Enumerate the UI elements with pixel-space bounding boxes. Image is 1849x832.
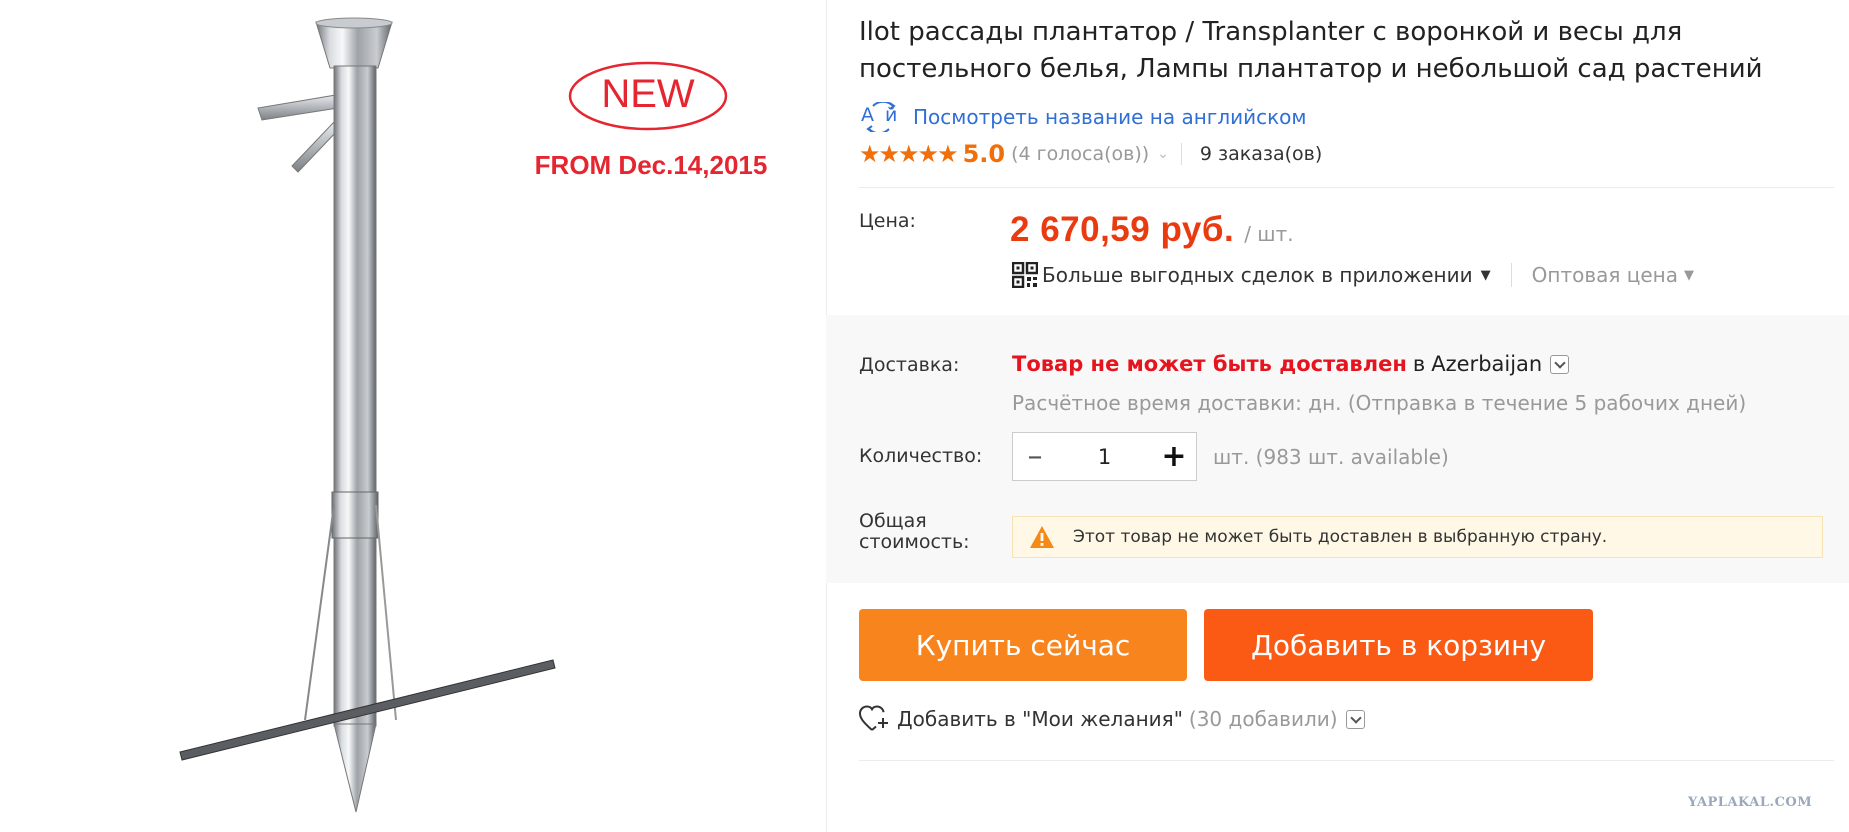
price-row: 2 670,59 руб. / шт.: [1010, 210, 1294, 250]
tube-shape: [333, 65, 377, 727]
new-badge-date: FROM Dec.14,2015: [534, 150, 768, 180]
shipping-country[interactable]: Azerbaijan: [1431, 352, 1542, 376]
quantity-increase-button[interactable]: +: [1152, 434, 1196, 479]
buy-now-button[interactable]: Купить сейчас: [859, 609, 1187, 681]
rating-row: ★★★★★ 5.0 (4 голоса(ов)) ⌄ 9 заказа(ов): [859, 140, 1322, 168]
delivery-time: Расчётное время доставки: дн. (Отправка …: [1012, 391, 1747, 415]
product-image: [179, 17, 728, 813]
translate-link[interactable]: A й Посмотреть название на английском: [859, 100, 1307, 135]
wishlist-row[interactable]: Добавить в "Мои желания" (30 добавили): [858, 705, 1365, 733]
product-image-panel[interactable]: NEW FROM Dec.14,2015: [0, 0, 826, 832]
translate-icon: A й: [859, 100, 903, 135]
shipping-in-word: в: [1412, 352, 1426, 376]
quantity-label: Количество:: [859, 445, 983, 467]
translate-link-label: Посмотреть название на английском: [913, 105, 1307, 129]
price-label: Цена:: [859, 210, 916, 232]
heart-plus-icon: [858, 705, 891, 733]
price-value: 2 670,59 руб.: [1010, 210, 1235, 249]
caret-down-icon[interactable]: ▼: [1684, 268, 1694, 283]
divider: [859, 187, 1834, 188]
wishlist-count: (30 добавили): [1188, 707, 1338, 731]
divider: [859, 760, 1834, 761]
country-dropdown-icon[interactable]: [1550, 354, 1570, 374]
app-deals-link[interactable]: Больше выгодных сделок в приложении: [1042, 263, 1473, 287]
wishlist-dropdown-icon[interactable]: [1345, 709, 1365, 729]
watermark: YAPLAKAL.COM: [1688, 795, 1813, 810]
wholesale-price-link[interactable]: Оптовая цена: [1532, 263, 1678, 287]
product-title: Ilot рассады плантатор / Transplanter с …: [859, 17, 1763, 84]
add-to-cart-button[interactable]: Добавить в корзину: [1204, 609, 1593, 681]
warning-text: Этот товар не может быть доставлен в выб…: [1073, 527, 1608, 547]
rating-value: 5.0: [962, 140, 1006, 168]
star-rating-icons: ★★★★★: [859, 140, 959, 168]
delivery-warning: Этот товар не может быть доставлен в выб…: [1012, 516, 1823, 558]
quantity-stepper: – 1 +: [1012, 432, 1197, 481]
wishlist-label: Добавить в "Мои желания": [897, 707, 1183, 731]
deals-row: Больше выгодных сделок в приложении ▼ Оп…: [1011, 261, 1694, 289]
quantity-input[interactable]: 1: [1057, 445, 1152, 469]
qr-code-icon: [1011, 261, 1039, 289]
separator: [1180, 143, 1182, 165]
not-deliverable-text: Товар не может быть доставлен: [1012, 352, 1407, 376]
new-badge-text: NEW: [601, 72, 695, 116]
quantity-decrease-button[interactable]: –: [1013, 434, 1057, 479]
separator: [1510, 263, 1512, 287]
caret-down-icon[interactable]: ▼: [1481, 268, 1491, 283]
total-label: Общая стоимость:: [859, 510, 970, 553]
price-unit: / шт.: [1244, 222, 1294, 246]
shipping-label: Доставка:: [859, 354, 960, 376]
orders-count: 9 заказа(ов): [1199, 143, 1323, 165]
funnel-shape: [315, 21, 393, 69]
shipping-row: Товар не может быть доставлен в Azerbaij…: [1012, 352, 1570, 376]
warning-icon: [1029, 525, 1055, 549]
chevron-down-icon[interactable]: ⌄: [1157, 146, 1169, 162]
quantity-available: шт. (983 шт. available): [1213, 445, 1449, 469]
votes-count[interactable]: (4 голоса(ов)): [1011, 143, 1149, 165]
